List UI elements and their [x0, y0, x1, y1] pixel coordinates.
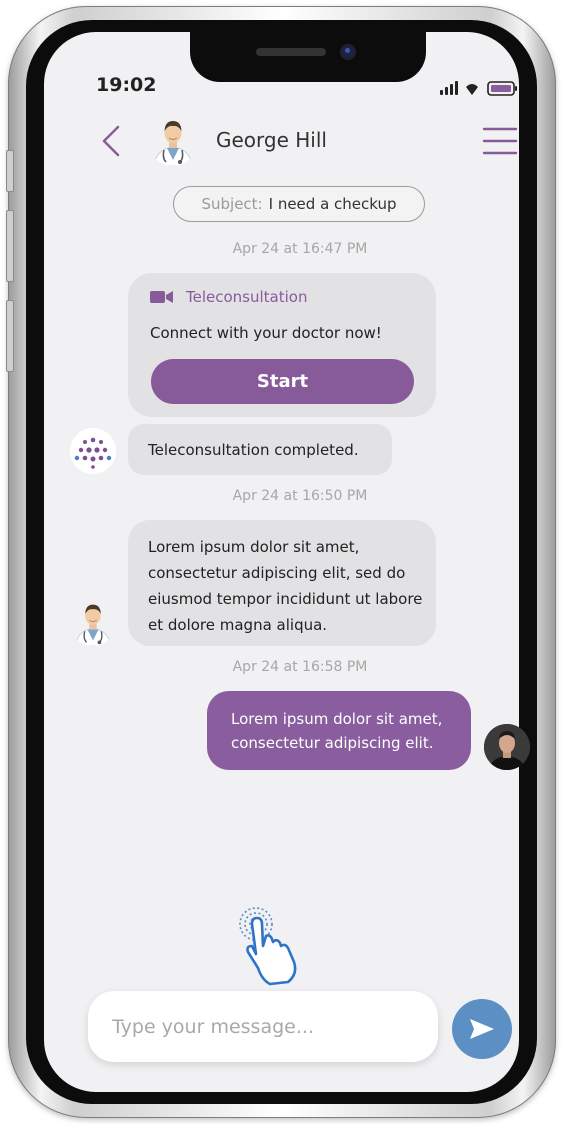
message-timestamp: Apr 24 at 16:58 PM: [232, 659, 368, 675]
doctor-avatar[interactable]: [148, 116, 198, 166]
signal-icon: [440, 81, 458, 95]
incoming-message-bubble: Lorem ipsum dolor sit amet, consectetur …: [128, 520, 436, 646]
front-camera: [340, 44, 356, 60]
outgoing-message-bubble: Lorem ipsum dolor sit amet, consectetur …: [207, 691, 471, 770]
system-message-bubble: Teleconsultation completed.: [128, 424, 392, 475]
chevron-left-icon[interactable]: [98, 124, 124, 158]
battery-icon: [487, 81, 517, 96]
paper-plane-icon: [470, 1019, 494, 1039]
earpiece-speaker: [256, 48, 326, 56]
message-input-placeholder: Type your message...: [112, 1015, 314, 1038]
clinic-logo-avatar: [70, 428, 116, 474]
clinic-logo-icon: [70, 428, 116, 474]
incoming-message-text: Lorem ipsum dolor sit amet, consectetur …: [148, 538, 423, 634]
tap-hand-icon: [239, 907, 297, 986]
phone-notch: [190, 30, 426, 82]
doctor-avatar: [70, 600, 116, 646]
message-timestamp: Apr 24 at 16:50 PM: [232, 488, 368, 504]
wifi-icon: [466, 84, 478, 95]
doctor-illustration: [153, 121, 193, 166]
side-button: [6, 300, 14, 372]
outgoing-message-text: Lorem ipsum dolor sit amet, consectetur …: [231, 710, 443, 752]
hamburger-menu-icon[interactable]: [482, 126, 518, 156]
doctor-illustration: [75, 604, 111, 646]
side-button: [6, 150, 14, 192]
side-button: [6, 210, 14, 282]
system-message-text: Teleconsultation completed.: [148, 440, 359, 459]
user-avatar: [484, 724, 530, 770]
subject-pill: Subject: I need a checkup: [173, 186, 425, 222]
user-photo: [484, 724, 530, 770]
teleconsultation-text: Connect with your doctor now!: [150, 324, 382, 342]
status-time: 19:02: [96, 74, 157, 96]
start-button[interactable]: Start: [151, 359, 414, 404]
subject-value: I need a checkup: [268, 195, 397, 213]
send-button[interactable]: [452, 999, 512, 1059]
teleconsultation-title: Teleconsultation: [186, 288, 308, 306]
contact-name[interactable]: George Hill: [216, 128, 327, 152]
message-timestamp: Apr 24 at 16:47 PM: [232, 241, 368, 257]
subject-label: Subject:: [201, 195, 263, 213]
status-icons: [440, 81, 517, 96]
video-camera-icon: [150, 291, 173, 303]
teleconsultation-title-row: Teleconsultation: [150, 288, 307, 306]
message-input[interactable]: Type your message...: [88, 991, 438, 1062]
